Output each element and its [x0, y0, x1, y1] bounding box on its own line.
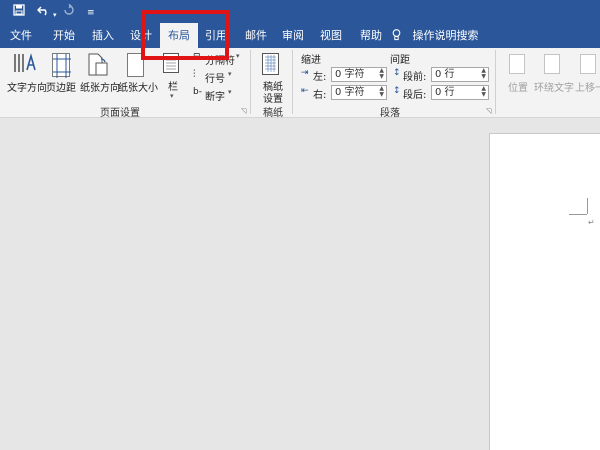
redo-icon[interactable]	[63, 3, 75, 20]
columns-label: 栏	[168, 82, 178, 93]
bring-forward-label: 上移一	[575, 83, 600, 94]
bring-forward-icon	[580, 54, 596, 74]
spacing-header: 间距	[390, 55, 410, 66]
wrap-text-label: 环绕文字	[534, 83, 574, 94]
position-icon	[509, 54, 525, 74]
manuscript-group-label: 稿纸	[263, 108, 283, 119]
text-direction-icon	[13, 52, 39, 76]
orientation-icon	[87, 53, 109, 77]
margins-icon	[52, 53, 71, 78]
tab-file[interactable]: 文件	[4, 23, 38, 48]
hyphenation-dropdown-icon: ▾	[228, 88, 232, 96]
tab-insert[interactable]: 插入	[85, 23, 121, 48]
wrap-text-icon	[544, 54, 560, 74]
tell-me-search[interactable]: 操作说明搜索	[392, 23, 488, 48]
margin-corner-mark	[587, 198, 588, 214]
tab-home[interactable]: 开始	[46, 23, 82, 48]
tab-review[interactable]: 审阅	[275, 23, 311, 48]
tab-view[interactable]: 视图	[313, 23, 349, 48]
position-label: 位置	[508, 83, 528, 94]
spacing-before-label: 段前:	[403, 72, 427, 83]
ribbon-layout-panel: 文字方向 页边距 纸张方向 纸张大小 栏 ▾ ⊟ 分隔符 ▾ ⫶ 行号 ▾ b-…	[0, 48, 600, 119]
indent-right-value: 0 字符	[335, 87, 365, 98]
line-numbers-label: 行号	[205, 74, 225, 85]
quick-access-toolbar: ▾ ≡	[0, 0, 600, 23]
search-label: 操作说明搜索	[412, 29, 479, 42]
indent-left-icon: ⇥	[301, 68, 309, 78]
group-divider	[292, 50, 293, 114]
paragraph-dialog-launcher-icon[interactable]: ◹	[486, 107, 491, 115]
customize-qat-icon[interactable]: ≡	[87, 6, 95, 20]
paragraph-group-label: 段落	[380, 108, 400, 119]
spin-arrows-icon[interactable]: ▲ ▼	[379, 86, 384, 98]
spacing-after-value: 0 行	[435, 87, 455, 98]
layout-tab-highlight-box	[141, 10, 229, 60]
document-page[interactable]: ↵	[489, 133, 600, 450]
spacing-before-icon: ↕	[393, 68, 401, 78]
spacing-after-icon: ↕	[393, 86, 401, 96]
indent-right-icon: ⇤	[301, 86, 309, 96]
group-divider	[495, 50, 496, 114]
indent-left-input[interactable]: 0 字符 ▲ ▼	[331, 67, 387, 82]
undo-dropdown-icon[interactable]: ▾	[53, 8, 57, 22]
lightbulb-icon	[392, 23, 402, 48]
paragraph-mark-icon: ↵	[588, 218, 595, 227]
tab-mailings[interactable]: 邮件	[238, 23, 274, 48]
spacing-after-input[interactable]: 0 行 ▲ ▼	[431, 85, 489, 100]
manuscript-icon	[262, 53, 279, 75]
hyphenation-icon: b-	[193, 87, 202, 97]
ribbon-tab-bar: 文件 开始 插入 设计 布局 引用 邮件 审阅 视图 帮助 操作说明搜索	[0, 23, 600, 48]
spin-arrows-icon[interactable]: ▲ ▼	[481, 86, 486, 98]
indent-left-value: 0 字符	[335, 69, 365, 80]
line-numbers-dropdown-icon: ▾	[228, 70, 232, 78]
hyphenation-label: 断字	[205, 92, 225, 103]
indent-header: 缩进	[301, 55, 321, 66]
manuscript-label-line2: 设置	[263, 94, 283, 105]
spacing-before-input[interactable]: 0 行 ▲ ▼	[431, 67, 489, 82]
line-numbers-icon: ⫶	[193, 69, 196, 80]
indent-right-label: 右:	[313, 90, 327, 101]
margins-label: 页边距	[46, 83, 76, 94]
tab-help[interactable]: 帮助	[353, 23, 389, 48]
size-label: 纸张大小	[118, 83, 158, 94]
save-icon[interactable]	[13, 4, 25, 20]
page-setup-dialog-launcher-icon[interactable]: ◹	[241, 107, 246, 115]
group-divider	[250, 50, 251, 114]
margin-corner-mark	[569, 214, 587, 215]
breaks-dropdown-icon: ▾	[236, 52, 240, 60]
document-canvas: ↵	[0, 119, 600, 450]
spacing-before-value: 0 行	[435, 69, 455, 80]
spin-arrows-icon[interactable]: ▲ ▼	[379, 68, 384, 80]
columns-dropdown-icon: ▾	[170, 92, 174, 100]
text-direction-label: 文字方向	[7, 83, 47, 94]
spin-arrows-icon[interactable]: ▲ ▼	[481, 68, 486, 80]
indent-right-input[interactable]: 0 字符 ▲ ▼	[331, 85, 387, 100]
spacing-after-label: 段后:	[403, 90, 427, 101]
indent-left-label: 左:	[313, 72, 327, 83]
orientation-label: 纸张方向	[80, 83, 120, 94]
undo-icon[interactable]	[36, 4, 51, 20]
page-setup-group-label: 页面设置	[100, 108, 140, 119]
